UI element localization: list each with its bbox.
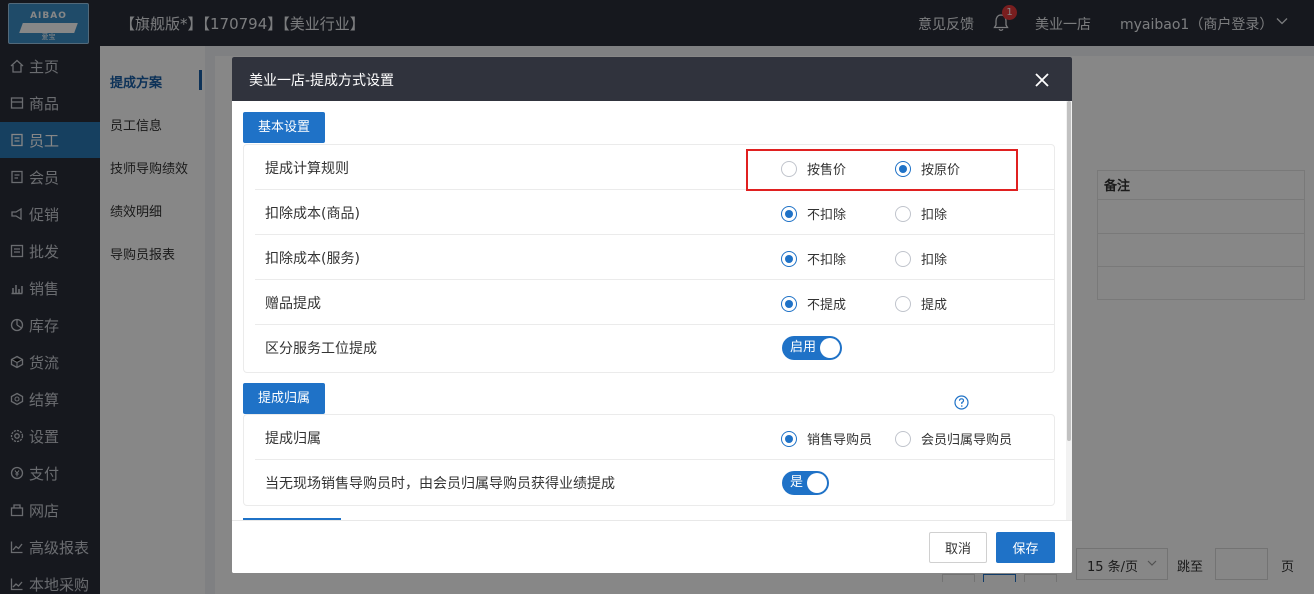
toggle-label: 是 [790,475,804,490]
toggle-switch[interactable]: 启用 [782,336,842,360]
radio-label: 不扣除 [807,208,847,223]
dialog-header: 美业一店-提成方式设置 [232,57,1072,101]
dialog-scrollbar-thumb[interactable] [1067,101,1071,441]
setting-row: 扣除成本(商品) 不扣除 扣除 [255,190,1055,235]
section-tab-basic[interactable]: 基本设置 [243,112,326,143]
highlight-annotation [746,149,1018,191]
radio-label: 销售导购员 [807,433,873,448]
radio-icon [781,430,797,447]
radio-icon [895,250,911,267]
toggle-label: 启用 [790,340,817,355]
radio-label: 扣除 [921,208,948,223]
close-icon[interactable] [1033,71,1051,89]
save-button[interactable]: 保存 [996,532,1055,563]
radio-icon [895,430,911,447]
radio-option[interactable]: 提成 [895,294,947,313]
radio-option[interactable]: 不扣除 [781,204,846,223]
radio-label: 不扣除 [807,253,847,268]
radio-option[interactable]: 销售导购员 [781,429,872,448]
dialog-footer: 取消 保存 [232,520,1072,573]
radio-icon [781,205,797,222]
setting-label: 提成计算规则 [265,161,349,177]
setting-row: 当无现场销售导购员时，由会员归属导购员获得业绩提成 是 [255,460,1055,505]
commission-settings-dialog: 美业一店-提成方式设置 基本设置 提成计算规则 按售价 按原价 扣除成本(商品) 不扣除… [232,57,1072,573]
radio-icon [895,205,911,222]
setting-row: 提成归属 销售导购员 会员归属导购员 [255,415,1055,460]
section-tab-belong[interactable]: 提成归属 [243,383,326,414]
setting-row: 扣除成本(服务) 不扣除 扣除 [255,235,1055,280]
radio-option[interactable]: 扣除 [895,204,947,223]
radio-icon [781,250,797,267]
setting-label: 扣除成本(商品) [265,206,360,222]
radio-label: 不提成 [807,298,847,313]
radio-option[interactable]: 扣除 [895,249,947,268]
setting-label: 扣除成本(服务) [265,251,360,267]
setting-label: 当无现场销售导购员时，由会员归属导购员获得业绩提成 [265,476,615,492]
dialog-title: 美业一店-提成方式设置 [249,73,395,89]
radio-icon [781,295,797,312]
radio-option[interactable]: 不提成 [781,294,846,313]
toggle-knob [807,473,827,493]
radio-label: 会员归属导购员 [921,433,1013,448]
radio-label: 扣除 [921,253,948,268]
setting-label: 赠品提成 [265,296,321,312]
toggle-switch[interactable]: 是 [782,471,829,495]
radio-option[interactable]: 会员归属导购员 [895,429,1012,448]
cancel-button[interactable]: 取消 [929,532,987,563]
help-icon[interactable] [954,395,969,410]
setting-row: 赠品提成 不提成 提成 [255,280,1055,325]
commission-belong-card: 提成归属 销售导购员 会员归属导购员当无现场销售导购员时，由会员归属导购员获得业绩提… [243,414,1055,506]
setting-row: 区分服务工位提成 启用 [255,325,1055,370]
dialog-body: 基本设置 提成计算规则 按售价 按原价 扣除成本(商品) 不扣除 扣除 扣除成本(服务) 不扣… [232,101,1072,520]
setting-label: 区分服务工位提成 [265,341,377,357]
radio-option[interactable]: 不扣除 [781,249,846,268]
radio-icon [895,295,911,312]
setting-label: 提成归属 [265,431,321,447]
radio-label: 提成 [921,298,948,313]
toggle-knob [820,338,840,358]
